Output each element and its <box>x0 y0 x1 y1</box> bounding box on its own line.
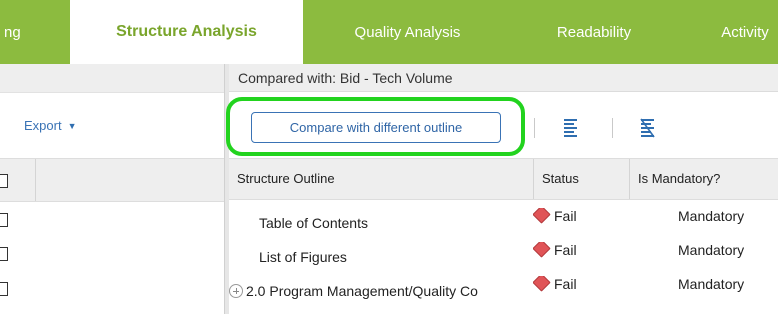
caret-down-icon: ▼ <box>67 121 77 131</box>
mandatory-cell: Mandatory <box>678 242 745 258</box>
clear-format-icon[interactable] <box>638 116 658 138</box>
table-row[interactable]: List of Figures Fail Mandatory <box>229 238 778 272</box>
toolbar-divider <box>534 118 535 138</box>
fail-icon <box>533 242 551 258</box>
structure-outline-cell: Table of Contents <box>259 215 368 231</box>
status-text: Fail <box>554 242 577 258</box>
column-header-structure-outline[interactable]: Structure Outline <box>229 159 533 199</box>
tab-truncated[interactable]: ng <box>0 0 58 64</box>
mandatory-cell: Mandatory <box>678 276 745 292</box>
status-cell: Fail <box>533 208 577 224</box>
compare-button-label: Compare with different outline <box>289 120 463 135</box>
left-header-strip <box>0 64 224 93</box>
status-text: Fail <box>554 208 577 224</box>
compare-different-outline-button[interactable]: Compare with different outline <box>251 112 501 143</box>
right-panel: Compared with: Bid - Tech Volume Compare… <box>226 64 778 314</box>
status-cell: Fail <box>533 242 577 258</box>
export-dropdown[interactable]: Export ▼ <box>24 118 77 133</box>
tab-label: ng <box>4 23 21 41</box>
column-divider <box>35 159 36 201</box>
mandatory-cell: Mandatory <box>678 208 745 224</box>
status-cell: Fail <box>533 276 577 292</box>
table-row[interactable]: Table of Contents Fail Mandatory <box>229 204 778 238</box>
fail-icon <box>533 208 551 224</box>
row-checkbox[interactable] <box>0 213 8 227</box>
tab-label: Readability <box>556 23 632 41</box>
status-text: Fail <box>554 276 577 292</box>
tab-label: Quality Analysis <box>354 23 461 41</box>
select-all-checkbox[interactable] <box>0 174 8 188</box>
toolbar-divider <box>612 118 613 138</box>
column-header-status[interactable]: Status <box>533 159 629 199</box>
expand-plus-icon[interactable] <box>229 284 243 298</box>
row-checkbox[interactable] <box>0 282 8 296</box>
export-label: Export <box>24 118 62 133</box>
structure-outline-cell: 2.0 Program Management/Quality Co <box>246 283 478 299</box>
structure-outline-cell: List of Figures <box>259 249 347 265</box>
tab-readability[interactable]: Readability <box>535 0 653 64</box>
row-checkbox[interactable] <box>0 247 8 261</box>
tab-label: Structure Analysis <box>116 23 257 40</box>
fail-icon <box>533 276 551 292</box>
compared-with-label: Compared with: Bid - Tech Volume <box>229 64 778 92</box>
tab-activity[interactable]: Activity <box>700 0 778 64</box>
left-panel: Export ▼ <box>0 64 224 314</box>
tab-quality-analysis[interactable]: Quality Analysis <box>330 0 485 64</box>
align-lines-icon[interactable] <box>561 116 581 138</box>
tab-bar: ng Structure Analysis Quality Analysis R… <box>0 0 778 64</box>
tab-structure-analysis[interactable]: Structure Analysis <box>70 0 303 64</box>
tab-label: Activity <box>721 23 769 41</box>
left-grid-header <box>0 158 224 202</box>
grid-header: Structure Outline Status Is Mandatory? <box>229 158 778 200</box>
table-row[interactable]: 2.0 Program Management/Quality Co Fail M… <box>229 272 778 306</box>
column-header-is-mandatory[interactable]: Is Mandatory? <box>629 159 778 199</box>
